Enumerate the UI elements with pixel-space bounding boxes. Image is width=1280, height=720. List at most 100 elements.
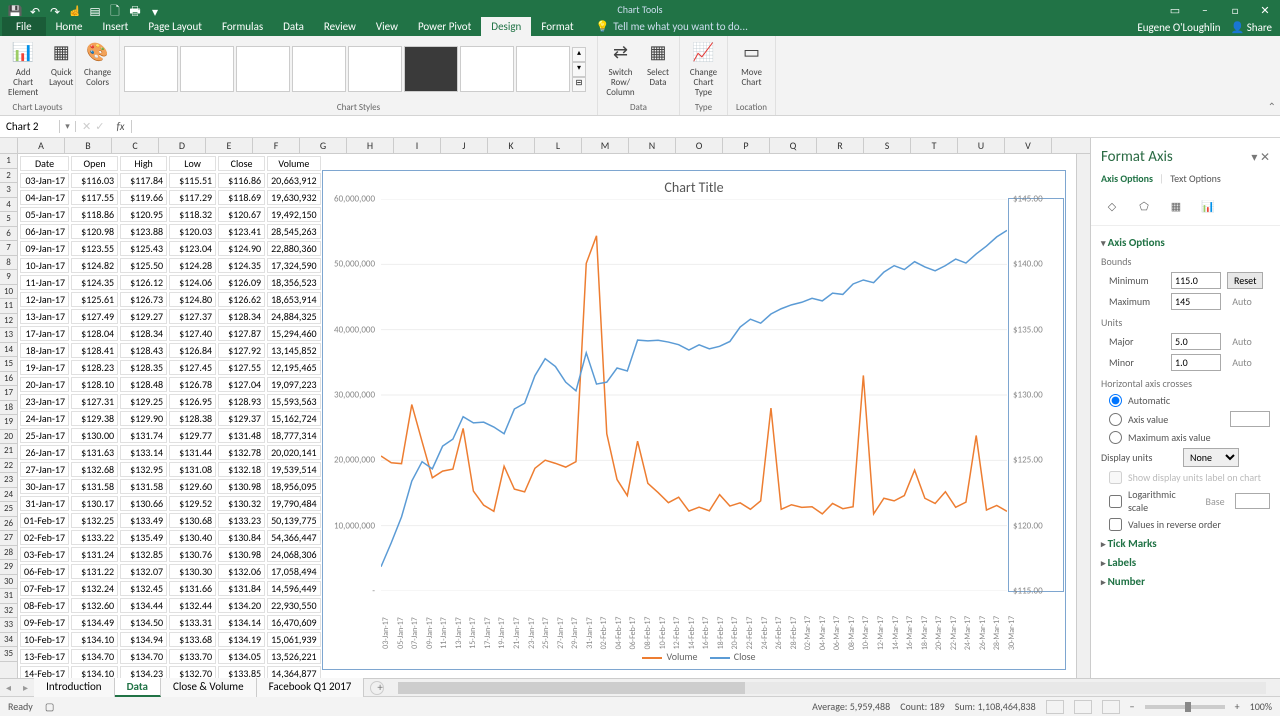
units-minor-input[interactable]: [1171, 354, 1221, 371]
chart-style-3[interactable]: [236, 46, 290, 92]
cell[interactable]: $132.70: [169, 666, 216, 678]
cell[interactable]: $128.34: [218, 309, 265, 324]
style-scroll-up[interactable]: ▴: [572, 47, 586, 62]
cell[interactable]: $125.61: [71, 292, 118, 307]
column-header[interactable]: K: [488, 138, 535, 153]
cell[interactable]: $128.41: [71, 343, 118, 358]
cell[interactable]: 04-Jan-17: [20, 190, 69, 205]
cell[interactable]: $133.31: [169, 615, 216, 630]
pane-dropdown-icon[interactable]: ▾: [1251, 151, 1257, 165]
cell[interactable]: 05-Jan-17: [20, 207, 69, 222]
x-axis-labels[interactable]: 03-Jan-1705-Jan-1707-Jan-1709-Jan-1711-J…: [381, 593, 1007, 639]
cell[interactable]: 09-Feb-17: [20, 615, 69, 630]
cell[interactable]: $127.49: [71, 309, 118, 324]
section-number[interactable]: Number: [1101, 571, 1270, 590]
chart-legend[interactable]: Volume Close: [323, 650, 1065, 663]
cell[interactable]: $124.80: [169, 292, 216, 307]
column-header[interactable]: J: [441, 138, 488, 153]
cell[interactable]: $117.84: [120, 173, 167, 188]
cell[interactable]: 27-Jan-17: [20, 462, 69, 477]
zoom-in-icon[interactable]: +: [1235, 700, 1240, 713]
cell[interactable]: $130.76: [169, 547, 216, 562]
cell[interactable]: 15,162,724: [267, 411, 321, 426]
tab-view[interactable]: View: [366, 17, 408, 36]
sheet-tab-facebook-q1-2017[interactable]: Facebook Q1 2017: [257, 678, 365, 697]
cell[interactable]: 20-Jan-17: [20, 377, 69, 392]
cell[interactable]: $134.94: [120, 632, 167, 647]
cell[interactable]: $117.55: [71, 190, 118, 205]
name-box-dropdown[interactable]: ▾: [60, 121, 76, 132]
vertical-scrollbar[interactable]: [1076, 154, 1090, 678]
cell[interactable]: 20,020,141: [267, 445, 321, 460]
cell[interactable]: 17,324,590: [267, 258, 321, 273]
bounds-min-reset[interactable]: Reset: [1227, 272, 1263, 289]
column-header[interactable]: E: [206, 138, 253, 153]
column-header[interactable]: S: [864, 138, 911, 153]
cell[interactable]: $132.18: [218, 462, 265, 477]
row-header[interactable]: 4: [0, 198, 17, 213]
cell[interactable]: 13,526,221: [267, 649, 321, 664]
cell[interactable]: $133.23: [218, 513, 265, 528]
secondary-y-axis-labels[interactable]: $115.00$120.00$125.00$130.00$135.00$140.…: [1009, 199, 1063, 591]
cell[interactable]: $133.49: [120, 513, 167, 528]
cell[interactable]: 03-Feb-17: [20, 547, 69, 562]
cell[interactable]: $132.07: [120, 564, 167, 579]
cell[interactable]: $131.58: [120, 479, 167, 494]
row-header[interactable]: 11: [0, 299, 17, 314]
cell[interactable]: 26-Jan-17: [20, 445, 69, 460]
move-chart-button[interactable]: ▭Move Chart: [732, 38, 771, 90]
units-major-auto[interactable]: Auto: [1227, 335, 1257, 348]
row-header[interactable]: 6: [0, 227, 17, 242]
cell[interactable]: 18,777,314: [267, 428, 321, 443]
cell[interactable]: $131.22: [71, 564, 118, 579]
primary-y-axis-labels[interactable]: -10,000,00020,000,00030,000,00040,000,00…: [325, 199, 379, 591]
cell[interactable]: $123.04: [169, 241, 216, 256]
cell[interactable]: 19,630,932: [267, 190, 321, 205]
column-header[interactable]: O: [676, 138, 723, 153]
chart-style-7[interactable]: [460, 46, 514, 92]
cell[interactable]: $115.51: [169, 173, 216, 188]
row-header[interactable]: 35: [0, 647, 17, 662]
row-header[interactable]: 5: [0, 212, 17, 227]
subtab-text-options[interactable]: Text Options: [1170, 172, 1221, 185]
cell[interactable]: 03-Jan-17: [20, 173, 69, 188]
row-header[interactable]: 10: [0, 285, 17, 300]
cell[interactable]: $133.22: [71, 530, 118, 545]
crosses-axis-value[interactable]: Axis value: [1101, 409, 1270, 429]
cell[interactable]: $120.67: [218, 207, 265, 222]
cell[interactable]: $123.41: [218, 224, 265, 239]
cell[interactable]: $131.66: [169, 581, 216, 596]
row-header[interactable]: 8: [0, 256, 17, 271]
row-header[interactable]: 2: [0, 169, 17, 184]
cell[interactable]: $126.78: [169, 377, 216, 392]
header-cell[interactable]: Date: [20, 156, 69, 171]
cell[interactable]: 18-Jan-17: [20, 343, 69, 358]
tab-data[interactable]: Data: [273, 17, 314, 36]
cell[interactable]: 22,880,360: [267, 241, 321, 256]
cell[interactable]: $132.25: [71, 513, 118, 528]
row-header[interactable]: 3: [0, 183, 17, 198]
cell[interactable]: 17-Jan-17: [20, 326, 69, 341]
cell[interactable]: $128.23: [71, 360, 118, 375]
chart-style-6[interactable]: [404, 46, 458, 92]
tab-review[interactable]: Review: [314, 17, 366, 36]
cell[interactable]: $128.48: [120, 377, 167, 392]
cell[interactable]: $120.95: [120, 207, 167, 222]
zoom-out-icon[interactable]: −: [1130, 700, 1135, 713]
cell[interactable]: 07-Feb-17: [20, 581, 69, 596]
tab-nav-prev[interactable]: ◂: [0, 681, 17, 694]
cell[interactable]: 09-Jan-17: [20, 241, 69, 256]
select-all-corner[interactable]: [0, 138, 18, 153]
column-header[interactable]: Q: [770, 138, 817, 153]
cell[interactable]: $132.85: [120, 547, 167, 562]
row-header[interactable]: 22: [0, 459, 17, 474]
cell[interactable]: 28,545,263: [267, 224, 321, 239]
view-page-break-icon[interactable]: [1102, 700, 1120, 714]
cell[interactable]: 12-Jan-17: [20, 292, 69, 307]
sheet-tab-data[interactable]: Data: [115, 678, 161, 697]
header-cell[interactable]: High: [120, 156, 167, 171]
column-header[interactable]: H: [347, 138, 394, 153]
column-header[interactable]: C: [112, 138, 159, 153]
chart-title[interactable]: Chart Title: [323, 171, 1065, 200]
fx-icon[interactable]: fx: [110, 120, 131, 133]
